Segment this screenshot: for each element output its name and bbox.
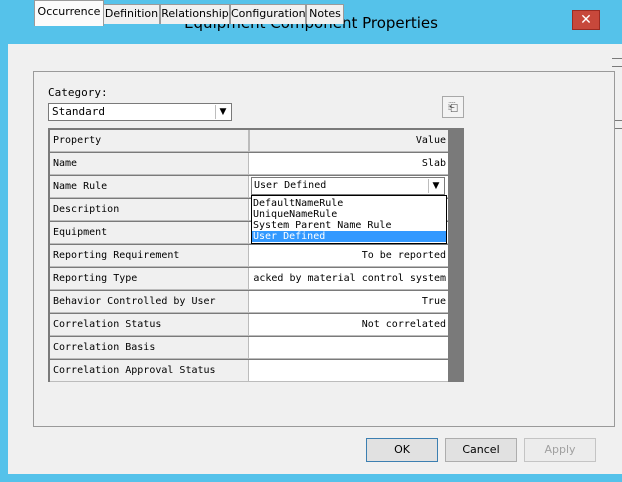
document-icon: ⎗ xyxy=(448,100,458,114)
name-rule-value: User Defined xyxy=(254,180,327,191)
table-row[interactable]: Reporting Requirement To be reported xyxy=(50,245,448,267)
properties-icon-button[interactable]: ⎗ xyxy=(442,96,464,118)
chevron-down-icon[interactable]: ▼ xyxy=(428,179,443,193)
cancel-button[interactable]: Cancel xyxy=(445,438,517,462)
property-name: Correlation Status xyxy=(50,314,249,336)
table-row[interactable]: Correlation Basis xyxy=(50,337,448,359)
dropdown-option-selected[interactable]: User Defined xyxy=(252,231,446,242)
ok-button[interactable]: OK xyxy=(366,438,438,462)
header-property: Property xyxy=(50,130,249,152)
table-row[interactable]: Correlation Status Not correlated xyxy=(50,314,448,336)
table-row[interactable]: Behavior Controlled by User True xyxy=(50,291,448,313)
apply-button[interactable]: Apply xyxy=(524,438,596,462)
property-name: Reporting Type xyxy=(50,268,249,290)
chevron-down-icon[interactable]: ▼ xyxy=(215,105,230,119)
close-icon: ✕ xyxy=(580,12,592,28)
dropdown-option[interactable]: DefaultNameRule xyxy=(252,198,446,209)
property-value[interactable]: True xyxy=(249,291,448,313)
edge-line xyxy=(612,58,622,59)
grid-header: Property Value xyxy=(50,130,448,152)
name-rule-select[interactable]: User Defined ▼ xyxy=(251,177,445,195)
table-row[interactable]: Correlation Approval Status xyxy=(50,360,448,382)
property-value[interactable]: acked by material control system xyxy=(249,268,448,290)
property-name: Equipment xyxy=(50,222,249,244)
header-value: Value xyxy=(249,130,448,152)
edge-line xyxy=(612,66,622,67)
property-value[interactable]: Not correlated xyxy=(249,314,448,336)
property-name: Correlation Basis xyxy=(50,337,249,359)
category-select[interactable]: Standard ▼ xyxy=(48,103,232,121)
property-value[interactable] xyxy=(249,337,448,359)
close-button[interactable]: ✕ xyxy=(572,10,600,30)
property-name: Reporting Requirement xyxy=(50,245,249,267)
property-name: Correlation Approval Status xyxy=(50,360,249,382)
property-value[interactable]: To be reported xyxy=(249,245,448,267)
property-name: Description xyxy=(50,199,249,221)
tab-notes[interactable]: Notes xyxy=(306,4,344,24)
tab-configuration[interactable]: Configuration xyxy=(230,4,306,24)
category-label: Category: xyxy=(48,86,108,99)
category-value: Standard xyxy=(52,105,105,118)
dropdown-option[interactable]: System Parent Name Rule xyxy=(252,220,446,231)
property-name: Name xyxy=(50,153,249,175)
tab-definition[interactable]: Definition xyxy=(103,4,160,24)
property-value[interactable] xyxy=(249,360,448,382)
table-row[interactable]: Name Slab xyxy=(50,153,448,175)
property-value[interactable]: Slab xyxy=(249,153,448,175)
dropdown-option[interactable]: UniqueNameRule xyxy=(252,209,446,220)
table-row[interactable]: Reporting Type acked by material control… xyxy=(50,268,448,290)
name-rule-dropdown: DefaultNameRule UniqueNameRule System Pa… xyxy=(251,195,447,244)
property-name: Name Rule xyxy=(50,176,249,198)
tab-relationship[interactable]: Relationship xyxy=(160,4,230,24)
property-grid: Property Value Name Slab Name Rule Descr… xyxy=(48,128,464,382)
property-name: Behavior Controlled by User xyxy=(50,291,249,313)
tab-occurrence[interactable]: Occurrence xyxy=(34,0,104,26)
